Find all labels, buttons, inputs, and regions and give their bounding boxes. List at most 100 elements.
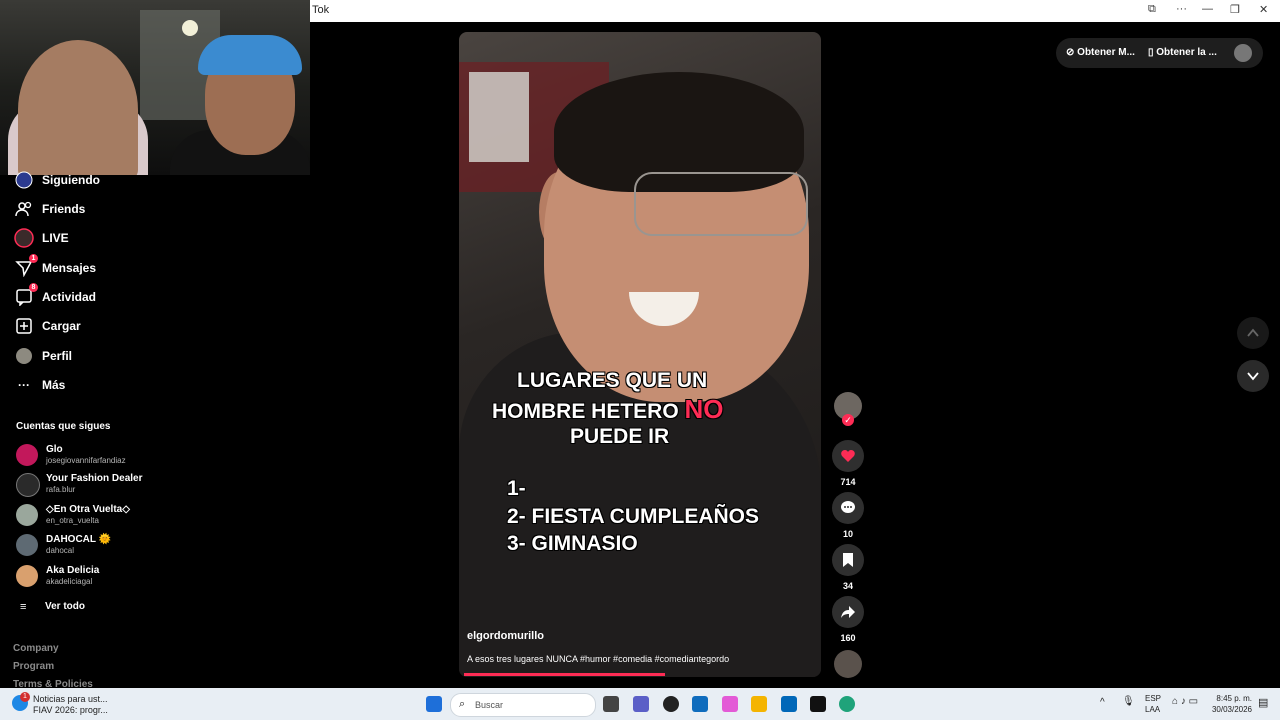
nav-label: Siguiendo [42,173,100,187]
friends-icon [14,199,34,219]
upload-icon [14,316,34,336]
followed-account[interactable]: Your Fashion Dealer rafa.blur [16,471,156,499]
more-options-icon[interactable]: ··· [1176,3,1187,15]
video-author[interactable]: elgordomurillo [467,630,544,642]
windows-start-icon[interactable] [426,696,442,712]
nav-label: Más [42,378,66,392]
follow-check-icon[interactable]: ✓ [842,414,854,426]
clock-date[interactable]: 30/03/2026 [1206,705,1252,714]
video-progress-bar[interactable] [464,673,665,676]
user-avatar[interactable] [1234,44,1252,62]
nav-item-profile[interactable]: Perfil [14,344,154,368]
more-icon: ··· [18,378,30,392]
tiktok-icon[interactable] [810,696,826,712]
account-handle: rafa.blur [46,485,76,494]
avatar [16,444,38,466]
nav-item-more[interactable]: ··· Más [14,373,154,397]
get-app-label: Obtener M... [1077,47,1135,58]
network-volume-icon[interactable]: ⌂ ♪ ▭ [1172,696,1198,707]
share-icon [841,606,855,618]
edge-icon[interactable] [839,696,855,712]
minimize-button[interactable]: — [1202,3,1213,15]
account-name: Glo [46,444,63,455]
share-count: 160 [840,633,856,643]
nav-item-following[interactable]: Siguiendo [14,168,154,192]
sound-avatar[interactable] [834,650,862,678]
next-video-button[interactable] [1237,360,1269,392]
taskbar-search-input[interactable]: ⌕ Buscar [450,693,596,717]
account-name: Aka Delicia [46,565,100,576]
account-name: DAHOCAL 🌞 [46,534,112,545]
get-app-button[interactable]: ⊘ Obtener M... [1066,47,1135,58]
video-overlay-text: HOMBRE HETERO NO [492,394,724,425]
clock-time[interactable]: 8:45 p. m. [1214,694,1252,703]
news-headline[interactable]: Noticias para ust... [33,694,108,704]
comment-button[interactable] [832,492,864,524]
footer-link-program[interactable]: Program [13,661,54,672]
task-view-icon[interactable] [603,696,619,712]
avatar [16,565,38,587]
nav-item-friends[interactable]: Friends [14,197,154,221]
messages-badge: 1 [29,254,38,263]
activity-badge: 8 [29,283,38,292]
close-button[interactable]: ✕ [1259,3,1268,16]
notification-icon[interactable]: ▤ [1258,696,1268,709]
tray-chevron-icon[interactable]: ^ [1100,697,1105,708]
webcam-overlay [0,0,310,175]
list-icon: ≡ [20,601,27,613]
following-section-title: Cuentas que sigues [16,421,111,432]
nav-label: Perfil [42,349,73,363]
title-bar: Tok ⧉ ··· — ❐ ✕ [310,0,1280,22]
share-button[interactable] [832,596,864,628]
get-app-label-2: Obtener la ... [1156,47,1217,58]
heart-icon [841,450,855,462]
footer-link-company[interactable]: Company [13,643,59,654]
overlay-text-part: HOMBRE HETERO [492,400,679,423]
followed-account[interactable]: DAHOCAL 🌞 dahocal [16,532,156,560]
nav-label: Actividad [42,290,97,304]
followed-account[interactable]: Glo josegiovannifarfandiaz [16,442,156,470]
nav-item-upload[interactable]: Cargar [14,314,154,338]
account-name: ◇En Otra Vuelta◇ [46,504,130,515]
save-button[interactable] [832,544,864,576]
account-handle: en_otra_vuelta [46,516,99,525]
save-count: 34 [842,581,853,591]
get-app-button-2[interactable]: ▯ Obtener la ... [1148,47,1217,58]
followed-account[interactable]: Aka Delicia akadeliciagal [16,563,156,591]
store-icon[interactable] [781,696,797,712]
activity-icon: 8 [14,283,38,307]
file-explorer-icon[interactable] [751,696,767,712]
comment-count: 10 [842,529,853,539]
nav-item-messages[interactable]: 1 Mensajes [14,254,154,280]
video-list-item: 3- GIMNASIO [507,532,638,555]
following-avatar-icon [14,170,34,190]
previous-video-button[interactable] [1237,317,1269,349]
overlay-highlight: NO [684,394,724,424]
followed-account[interactable]: ◇En Otra Vuelta◇ en_otra_vuelta [16,502,156,530]
video-list-item: 1- [507,477,526,500]
account-name: Your Fashion Dealer [46,473,143,484]
video-caption: A esos tres lugares NUNCA #humor #comedi… [467,654,730,664]
windows-taskbar: 1 Noticias para ust... FIAV 2026: progr.… [0,688,1280,720]
nav-item-activity[interactable]: 8 Actividad [14,283,154,309]
obs-icon[interactable] [663,696,679,712]
nav-label: Friends [42,202,86,216]
copilot-icon[interactable] [722,696,738,712]
account-handle: josegiovannifarfandiaz [46,456,126,465]
video-player[interactable]: LUGARES QUE UN HOMBRE HETERO NO PUEDE IR… [459,32,821,677]
nav-item-live[interactable]: LIVE [14,226,154,250]
restore-button[interactable]: ❐ [1230,3,1240,16]
nav-label: Mensajes [42,261,97,275]
microphone-icon[interactable]: 🎙 [1122,696,1135,707]
language-indicator[interactable]: ESP [1145,694,1161,703]
chevron-up-icon [1247,328,1259,337]
picture-in-picture-icon[interactable]: ⧉ [1148,3,1156,16]
keyboard-layout[interactable]: LAA [1145,705,1160,714]
see-all-button[interactable]: ≡ Ver todo [16,599,156,627]
like-button[interactable] [832,440,864,472]
nav-label: LIVE [42,231,69,245]
see-all-label: Ver todo [45,601,86,612]
outlook-icon[interactable] [692,696,708,712]
teams-icon[interactable] [633,696,649,712]
news-subline[interactable]: FIAV 2026: progr... [33,705,108,715]
